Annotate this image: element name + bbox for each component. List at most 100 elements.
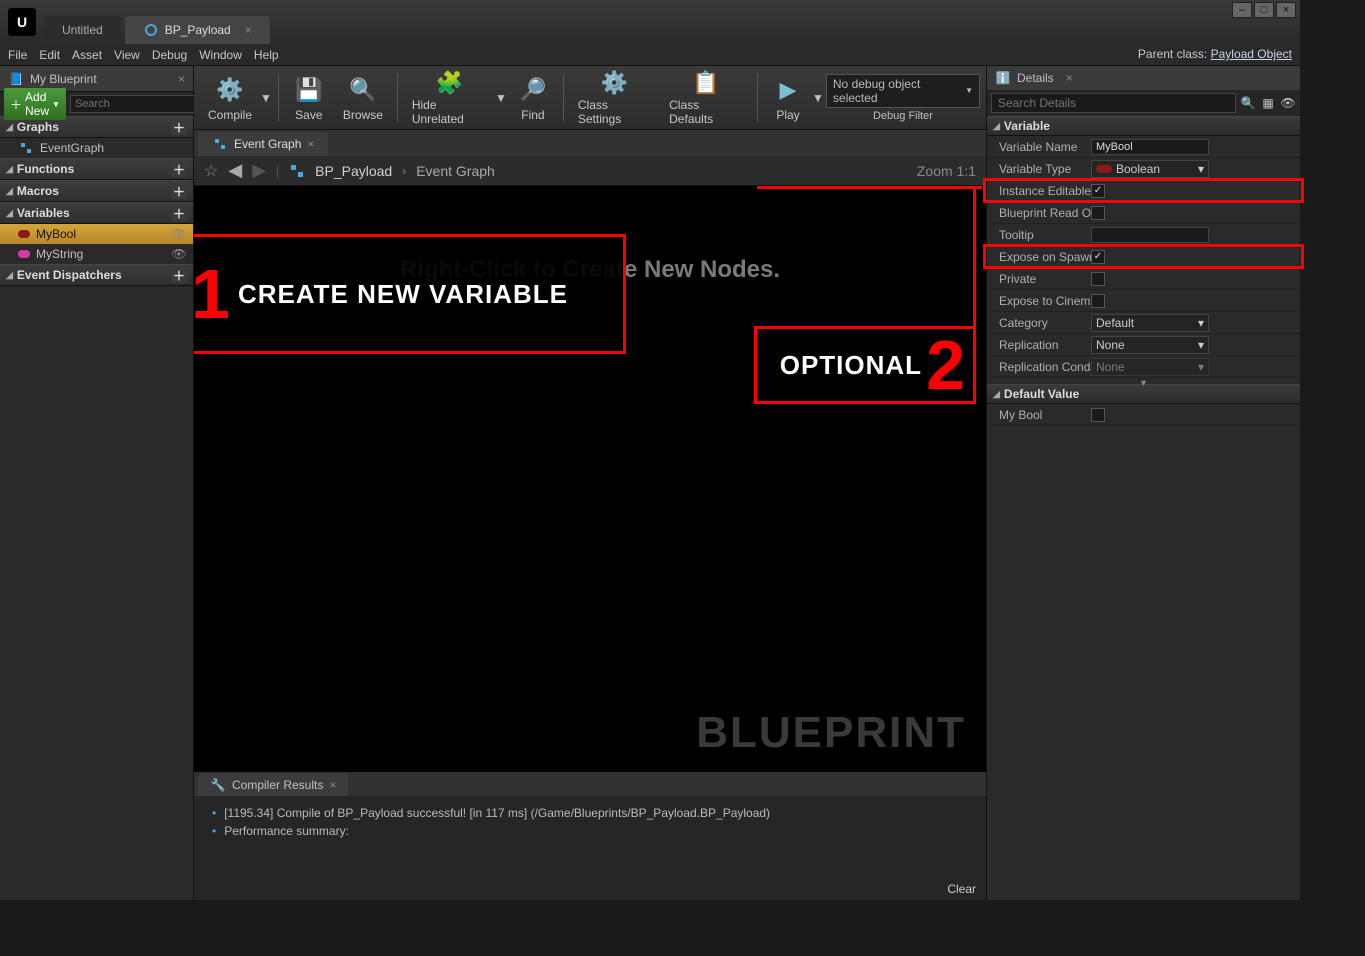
find-button[interactable]: 🔎Find: [509, 70, 557, 126]
hide-unrelated-button[interactable]: 🧩Hide Unrelated: [404, 70, 495, 126]
mybool-default-checkbox[interactable]: [1091, 408, 1105, 422]
add-new-button[interactable]: ＋Add New▼: [4, 88, 66, 120]
wrench-icon: 🔧: [210, 777, 226, 793]
class-settings-button[interactable]: ⚙️Class Settings: [570, 70, 659, 126]
nav-forward-button[interactable]: ▶: [252, 160, 266, 181]
graph-tab-icon: [212, 136, 228, 152]
compile-dropdown[interactable]: ▼: [260, 91, 272, 105]
variable-item-mybool[interactable]: MyBool 👁: [0, 224, 193, 244]
section-macros[interactable]: ◢Macros ＋: [0, 180, 193, 202]
hide-icon: 🧩: [433, 70, 465, 96]
details-panel: ℹ️ Details × 🔍 ▦ 👁 ◢Variable Variable Na…: [986, 66, 1300, 900]
add-function-button[interactable]: ＋: [171, 161, 187, 177]
favorite-icon[interactable]: ☆: [204, 161, 218, 181]
replication-condition-select[interactable]: None▾: [1091, 358, 1209, 376]
parent-class-link[interactable]: Payload Object: [1211, 47, 1292, 61]
close-graph-tab-icon[interactable]: ×: [307, 137, 314, 151]
close-panel-icon[interactable]: ×: [178, 72, 185, 86]
blueprint-icon: [143, 22, 159, 38]
section-graphs[interactable]: ◢Graphs ＋: [0, 116, 193, 138]
blueprint-readonly-checkbox[interactable]: [1091, 206, 1105, 220]
add-dispatcher-button[interactable]: ＋: [171, 267, 187, 283]
nav-back-button[interactable]: ◀: [228, 160, 242, 181]
private-checkbox[interactable]: [1091, 272, 1105, 286]
browse-icon: 🔍: [347, 74, 379, 106]
close-compiler-tab-icon[interactable]: ×: [329, 778, 336, 792]
section-functions[interactable]: ◢Functions ＋: [0, 158, 193, 180]
breadcrumb-root[interactable]: BP_Payload: [315, 163, 392, 179]
browse-button[interactable]: 🔍Browse: [335, 70, 391, 126]
prop-replication: Replication None▾: [987, 334, 1300, 356]
play-dropdown[interactable]: ▼: [812, 91, 824, 105]
save-button[interactable]: 💾Save: [285, 70, 333, 126]
variable-visibility-icon[interactable]: 👁: [171, 227, 187, 241]
details-search-input[interactable]: [991, 93, 1236, 113]
hide-dropdown[interactable]: ▼: [495, 91, 507, 105]
boolean-type-icon: [18, 230, 30, 238]
instance-editable-checkbox[interactable]: ✓: [1091, 184, 1105, 198]
graph-icon: [18, 140, 34, 156]
debug-filter-label: Debug Filter: [873, 110, 933, 122]
menu-window[interactable]: Window: [199, 48, 242, 62]
maximize-button[interactable]: □: [1254, 2, 1274, 18]
defaults-icon: 📋: [690, 70, 722, 96]
replication-select[interactable]: None▾: [1091, 336, 1209, 354]
add-variable-button[interactable]: ＋: [171, 205, 187, 221]
annotation-1: 1 CREATE NEW VARIABLE: [194, 234, 626, 354]
minimize-button[interactable]: –: [1232, 2, 1252, 18]
section-event-dispatchers[interactable]: ◢Event Dispatchers ＋: [0, 264, 193, 286]
play-button[interactable]: ▶Play: [764, 70, 812, 126]
expand-arrow-icon[interactable]: ▼: [1139, 378, 1148, 384]
event-graph-canvas[interactable]: Right-Click to Create New Nodes. BLUEPRI…: [194, 186, 986, 772]
close-details-tab-icon[interactable]: ×: [1066, 71, 1073, 85]
visibility-icon[interactable]: 👁: [1280, 95, 1296, 111]
window-tab-bp-payload[interactable]: BP_Payload ×: [125, 16, 270, 44]
add-macro-button[interactable]: ＋: [171, 183, 187, 199]
prop-blueprint-readonly: Blueprint Read Onl: [987, 202, 1300, 224]
category-variable[interactable]: ◢Variable: [987, 116, 1300, 136]
add-graph-button[interactable]: ＋: [171, 119, 187, 135]
expose-on-spawn-checkbox[interactable]: ✓: [1091, 250, 1105, 264]
graph-item-eventgraph[interactable]: EventGraph: [0, 138, 193, 158]
prop-tooltip: Tooltip: [987, 224, 1300, 246]
menu-bar: File Edit Asset View Debug Window Help P…: [0, 44, 1300, 66]
menu-edit[interactable]: Edit: [39, 48, 60, 62]
title-bar: U Untitled BP_Payload × – □ ×: [0, 0, 1300, 44]
my-blueprint-panel: 📘 My Blueprint × ＋Add New▼ 🔍 👁 ◢Graphs ＋…: [0, 66, 194, 900]
variable-visibility-icon[interactable]: 👁: [171, 247, 187, 261]
menu-file[interactable]: File: [8, 48, 27, 62]
book-icon: 📘: [8, 71, 24, 87]
prop-expose-on-spawn: Expose on Spawn ✓: [987, 246, 1300, 268]
variable-item-mystring[interactable]: MyString 👁: [0, 244, 193, 264]
compiler-line-1: [1195.34] Compile of BP_Payload successf…: [224, 806, 770, 820]
compiler-clear-button[interactable]: Clear: [947, 882, 976, 896]
section-variables[interactable]: ◢Variables ＋: [0, 202, 193, 224]
search-icon[interactable]: 🔍: [1240, 95, 1256, 111]
class-defaults-button[interactable]: 📋Class Defaults: [661, 70, 751, 126]
menu-view[interactable]: View: [114, 48, 140, 62]
menu-debug[interactable]: Debug: [152, 48, 187, 62]
menu-asset[interactable]: Asset: [72, 48, 102, 62]
property-matrix-icon[interactable]: ▦: [1260, 95, 1276, 111]
tooltip-input[interactable]: [1091, 227, 1209, 243]
category-select[interactable]: Default▾: [1091, 314, 1209, 332]
variable-name-input[interactable]: [1091, 139, 1209, 155]
compile-button[interactable]: ⚙️Compile: [200, 70, 260, 126]
variable-type-select[interactable]: Boolean▾: [1091, 160, 1209, 178]
prop-mybool-default: My Bool: [987, 404, 1300, 426]
find-icon: 🔎: [517, 74, 549, 106]
graph-tab-eventgraph[interactable]: Event Graph ×: [198, 132, 328, 156]
zoom-level: Zoom 1:1: [917, 163, 976, 179]
window-tab-untitled[interactable]: Untitled: [44, 16, 121, 44]
expose-cinematics-checkbox[interactable]: [1091, 294, 1105, 308]
compiler-results-tab[interactable]: 🔧 Compiler Results ×: [198, 774, 348, 796]
prop-category: Category Default▾: [987, 312, 1300, 334]
close-tab-icon[interactable]: ×: [245, 23, 252, 37]
menu-help[interactable]: Help: [254, 48, 279, 62]
debug-object-select[interactable]: No debug object selected▼: [826, 74, 980, 108]
details-tab[interactable]: ℹ️ Details ×: [987, 66, 1300, 90]
compiler-line-2: Performance summary:: [224, 824, 349, 838]
close-window-button[interactable]: ×: [1276, 2, 1296, 18]
boolean-type-icon: [1096, 165, 1112, 173]
breadcrumb-leaf[interactable]: Event Graph: [416, 163, 495, 179]
